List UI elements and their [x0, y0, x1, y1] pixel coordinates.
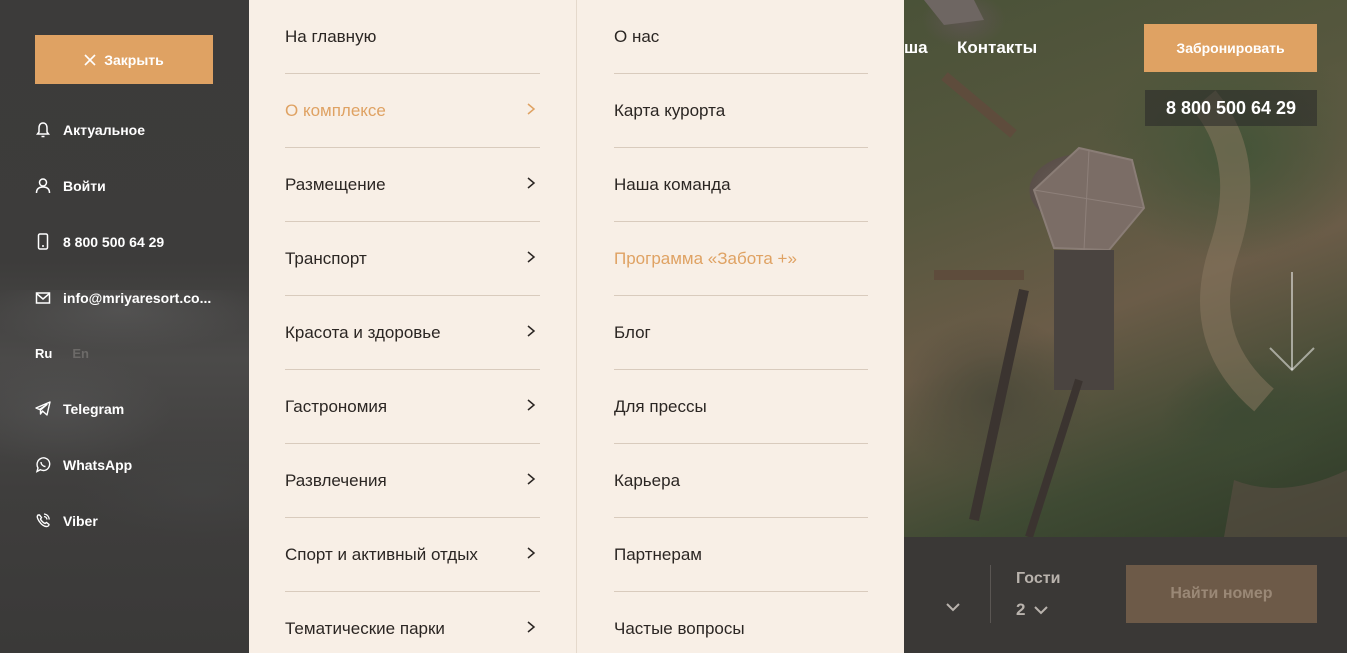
menu-item[interactable]: Гастрономия: [285, 370, 540, 444]
viber-icon: [36, 513, 50, 528]
close-label: Закрыть: [104, 51, 164, 68]
menu-item-label: О нас: [614, 27, 660, 46]
menu-item[interactable]: Спорт и активный отдых: [285, 518, 540, 592]
menu-item[interactable]: О нас: [614, 0, 868, 74]
booking-divider: [990, 565, 991, 623]
sidebar-item-label: Telegram: [63, 400, 125, 417]
menu-item-label: Для прессы: [614, 397, 707, 416]
sidebar-item-viber[interactable]: Viber: [35, 512, 98, 529]
language-switcher: Ru En: [35, 346, 89, 361]
lang-en[interactable]: En: [72, 346, 89, 361]
menu-item[interactable]: Программа «Забота +»: [614, 222, 868, 296]
bell-icon: [36, 122, 50, 138]
menu-item[interactable]: Карта курорта: [614, 74, 868, 148]
menu-item-label: Развлечения: [285, 471, 387, 490]
menu-item-label: На главную: [285, 27, 377, 46]
lang-ru[interactable]: Ru: [35, 346, 52, 361]
menu-item[interactable]: Транспорт: [285, 222, 540, 296]
scroll-down-arrow-icon[interactable]: [1268, 272, 1316, 374]
sidebar-item-label: Актуальное: [63, 121, 146, 138]
guests-value: 2: [1016, 600, 1026, 619]
menu-item-label: Партнерам: [614, 545, 702, 564]
menu-item-label: Тематические парки: [285, 619, 445, 638]
menu-item-label: Гастрономия: [285, 397, 388, 416]
chevron-right-icon: [527, 621, 536, 633]
sidebar-item-phone[interactable]: 8 800 500 64 29: [35, 233, 164, 250]
menu-item[interactable]: Частые вопросы: [614, 592, 868, 653]
menu-item[interactable]: Красота и здоровье: [285, 296, 540, 370]
phone-icon: [37, 233, 49, 250]
menu-item-label: Наша команда: [614, 175, 731, 194]
menu-item-label: Спорт и активный отдых: [285, 545, 478, 564]
menu-item[interactable]: Тематические парки: [285, 592, 540, 653]
find-room-button[interactable]: Найти номер: [1126, 565, 1317, 623]
close-button[interactable]: Закрыть: [35, 35, 213, 84]
sidebar-item-email[interactable]: info@mriyaresort.co...: [35, 289, 211, 306]
user-icon: [35, 178, 51, 194]
chevron-right-icon: [527, 103, 536, 115]
telegram-icon: [35, 401, 51, 416]
sidebar-item-label: info@mriyaresort.co...: [63, 289, 212, 306]
chevron-right-icon: [527, 547, 536, 559]
close-icon: [84, 53, 96, 66]
sidebar-item-label: Войти: [63, 177, 106, 194]
hero-background: [904, 0, 1347, 537]
chevron-right-icon: [527, 473, 536, 485]
header-phone[interactable]: 8 800 500 64 29: [1145, 90, 1317, 126]
menu-item[interactable]: Для прессы: [614, 370, 868, 444]
menu-item[interactable]: Карьера: [614, 444, 868, 518]
sidebar-item-telegram[interactable]: Telegram: [35, 400, 124, 417]
resort-aerial-illustration: [924, 0, 1347, 537]
menu-item[interactable]: Блог: [614, 296, 868, 370]
menu-item-label: Карта курорта: [614, 101, 726, 120]
chevron-right-icon: [527, 399, 536, 411]
menu-item-label: Частые вопросы: [614, 619, 745, 638]
chevron-right-icon: [527, 251, 536, 263]
menu-item-label: Блог: [614, 323, 651, 342]
menu-item[interactable]: Наша команда: [614, 148, 868, 222]
menu-item-label: О комплексе: [285, 101, 386, 120]
menu-item[interactable]: Развлечения: [285, 444, 540, 518]
menu-item-label: Красота и здоровье: [285, 323, 441, 342]
menu-item[interactable]: О комплексе: [285, 74, 540, 148]
chevron-right-icon: [527, 177, 536, 189]
sidebar-item-label: 8 800 500 64 29: [63, 233, 165, 250]
nav-link-partial[interactable]: ша: [904, 38, 928, 58]
whatsapp-icon: [35, 457, 51, 473]
nav-link-contacts[interactable]: Контакты: [957, 38, 1037, 58]
chevron-down-icon: [1034, 606, 1049, 615]
mail-icon: [35, 292, 51, 304]
sidebar-item-whatsapp[interactable]: WhatsApp: [35, 456, 132, 473]
menu-item[interactable]: Партнерам: [614, 518, 868, 592]
sidebar-item-label: Viber: [63, 512, 98, 529]
sidebar-item-login[interactable]: Войти: [35, 177, 106, 194]
chevron-down-icon[interactable]: [944, 600, 962, 614]
guests-select[interactable]: 2: [1016, 600, 1049, 620]
sidebar: [0, 0, 249, 653]
book-button[interactable]: Забронировать: [1144, 24, 1317, 72]
chevron-right-icon: [527, 325, 536, 337]
sidebar-item-label: WhatsApp: [63, 456, 133, 473]
guests-label: Гости: [1016, 570, 1061, 587]
menu-item-label: Программа «Забота +»: [614, 249, 797, 268]
sidebar-item-news[interactable]: Актуальное: [35, 121, 145, 138]
menu-item-label: Карьера: [614, 471, 681, 490]
menu-item[interactable]: На главную: [285, 0, 540, 74]
menu-item-label: Транспорт: [285, 249, 367, 268]
menu-column-divider: [576, 0, 577, 653]
menu-item-label: Размещение: [285, 175, 386, 194]
menu-item[interactable]: Размещение: [285, 148, 540, 222]
